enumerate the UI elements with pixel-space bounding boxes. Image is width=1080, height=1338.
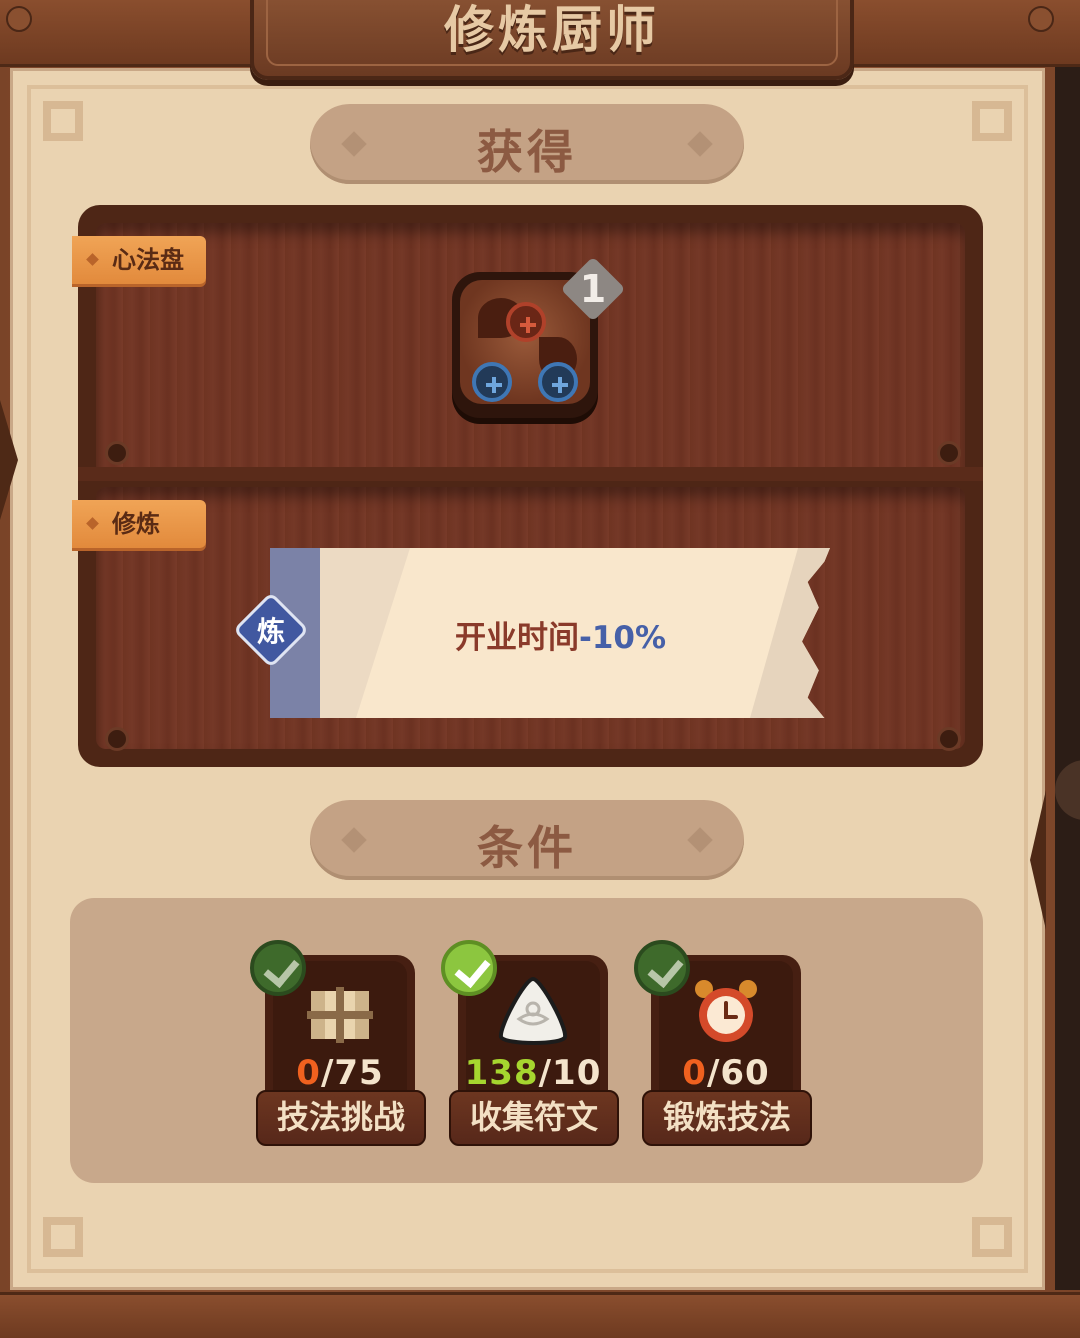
condition-label: 锻炼技法 [642, 1090, 812, 1146]
effect-text: 开业时间-10% [455, 612, 666, 657]
bolt-icon [105, 441, 129, 465]
corner-ornament-tr [972, 101, 1012, 141]
bolt-icon [937, 727, 961, 751]
check-icon [250, 940, 306, 996]
scroll-icon [307, 987, 373, 1043]
effect-ribbon: 开业时间-10% [270, 548, 830, 718]
diamond-bullet-icon [86, 253, 99, 266]
train-tag: 修炼 [72, 500, 206, 548]
condition-progress: 0/60 [682, 1053, 770, 1093]
obtain-section-title: 获得 [477, 125, 577, 179]
effect-label: 开业时间 [455, 620, 579, 656]
corner-ornament-bl [43, 1217, 83, 1257]
title-plate: 修炼厨师 [250, 0, 854, 80]
condition-section-header: 条件 [310, 800, 744, 880]
corner-ornament-br [972, 1217, 1012, 1257]
check-icon [441, 940, 497, 996]
mind-tag-label: 心法盘 [112, 246, 184, 274]
background-button-fragment [1055, 760, 1080, 820]
background-window-edge [1055, 60, 1080, 1290]
shelf-divider [78, 467, 983, 481]
bolt-icon [937, 441, 961, 465]
corner-ornament-tl [43, 101, 83, 141]
bolt-icon [6, 6, 32, 32]
condition-label: 技法挑战 [256, 1090, 426, 1146]
diamond-bullet-icon [86, 517, 99, 530]
page-title: 修炼厨师 [444, 1, 660, 59]
effect-value: -10% [579, 620, 667, 656]
right-nav-tab[interactable] [1030, 790, 1046, 930]
alarm-clock-icon [695, 980, 757, 1042]
left-nav-tab[interactable] [0, 400, 18, 520]
train-tag-label: 修炼 [112, 510, 160, 538]
rune-stone-icon [498, 976, 568, 1045]
condition-progress: 0/75 [296, 1053, 384, 1093]
bottom-bar [0, 1292, 1080, 1338]
condition-label: 收集符文 [449, 1090, 619, 1146]
check-icon [634, 940, 690, 996]
obtain-section-header: 获得 [310, 104, 744, 184]
condition-section-title: 条件 [477, 821, 577, 875]
mind-count: 1 [579, 267, 607, 311]
bolt-icon [1028, 6, 1054, 32]
blue-slot-icon [472, 362, 512, 402]
red-slot-icon [506, 302, 546, 342]
mind-tag: 心法盘 [72, 236, 206, 284]
train-badge-label: 炼 [256, 615, 285, 648]
blue-slot-icon [538, 362, 578, 402]
condition-progress: 138/10 [464, 1053, 602, 1093]
bolt-icon [105, 727, 129, 751]
